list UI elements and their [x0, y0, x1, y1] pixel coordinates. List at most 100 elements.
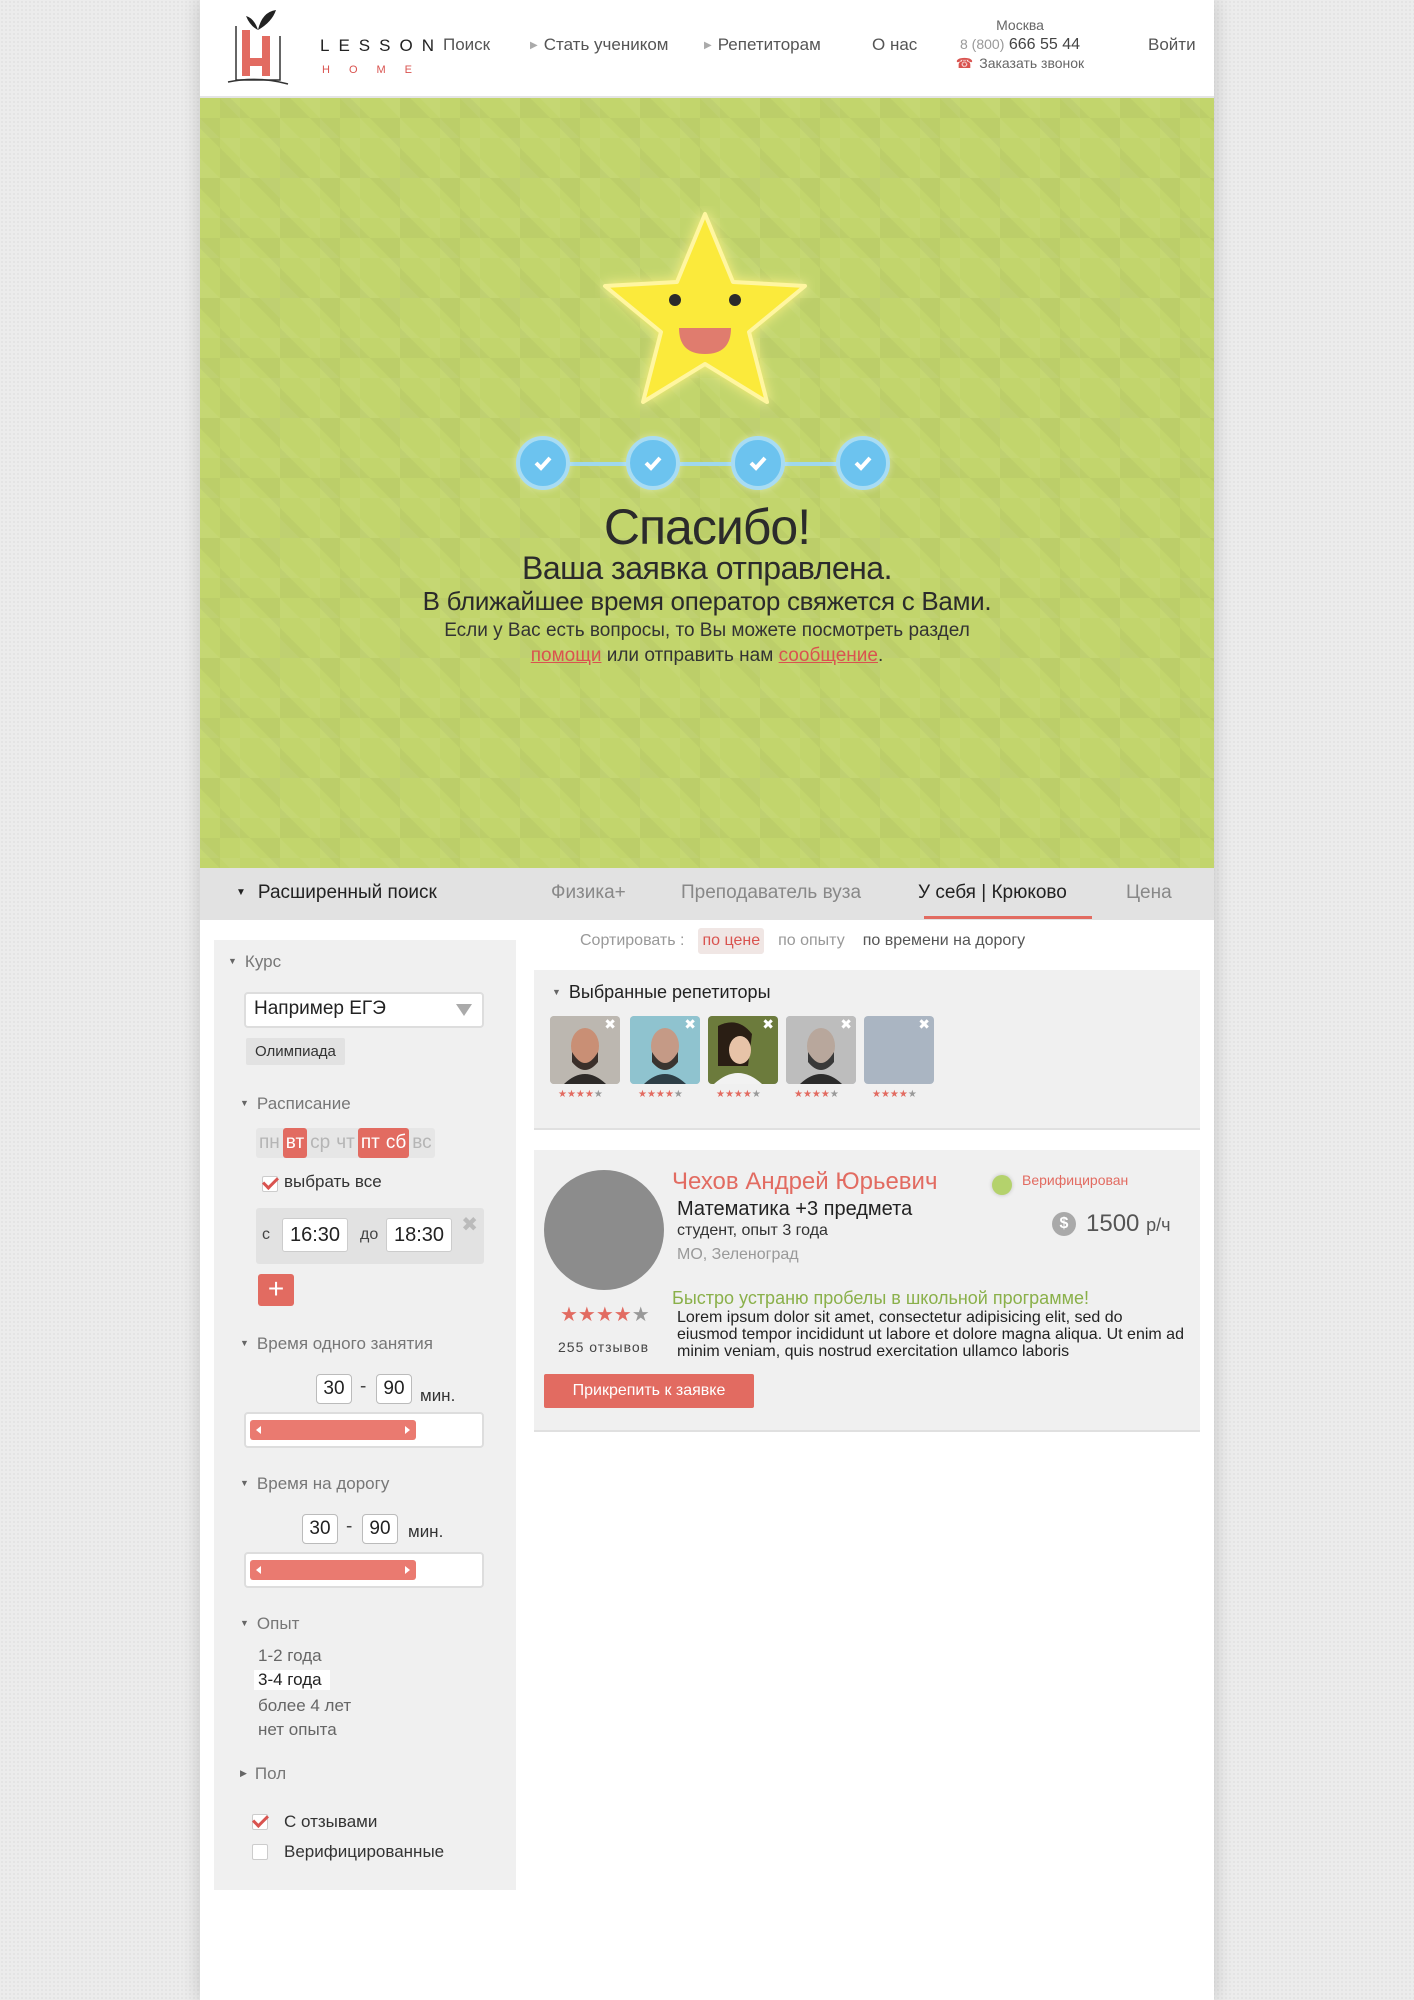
- day-sat[interactable]: сб: [382, 1128, 410, 1158]
- experience-option[interactable]: 1-2 года: [258, 1646, 322, 1666]
- slider-range-fill[interactable]: [250, 1420, 416, 1440]
- course-section-toggle[interactable]: ▼ Курс: [228, 952, 281, 972]
- selected-tutor-photo[interactable]: ✖: [708, 1016, 778, 1084]
- filter-subject[interactable]: Физика+: [551, 882, 626, 904]
- triangle-right-icon: ▶: [704, 40, 712, 51]
- hero-help-text: Если у Вас есть вопросы, то Вы можете по…: [200, 618, 1214, 668]
- day-fri[interactable]: пт: [357, 1128, 383, 1158]
- lesson-unit: мин.: [420, 1386, 456, 1405]
- day-thu[interactable]: чт: [333, 1128, 358, 1158]
- rating-stars: ★★★★★: [638, 1089, 683, 1100]
- filter-location[interactable]: У себя | Крюково: [918, 882, 1067, 904]
- experience-section-toggle[interactable]: ▼ Опыт: [240, 1614, 299, 1634]
- selected-tutors-panel: ▼ Выбранные репетиторы ✖ ★★★★★ ✖ ★★★★★ ✖ …: [534, 970, 1200, 1130]
- rating-stars: ★★★★★: [560, 1304, 650, 1326]
- sort-bar: Сортировать : по цене по опыту по времени н…: [576, 928, 1039, 954]
- close-icon[interactable]: ✖: [461, 1212, 478, 1237]
- logo[interactable]: LESSON HOME: [218, 6, 434, 92]
- close-icon[interactable]: ✖: [604, 1016, 616, 1033]
- contact-phone[interactable]: 8 (800) 666 55 44: [950, 35, 1090, 54]
- avatar[interactable]: [544, 1170, 664, 1290]
- chevron-down-icon: [456, 1004, 472, 1016]
- verified-checkbox[interactable]: [252, 1844, 268, 1860]
- message-link[interactable]: сообщение: [779, 645, 878, 666]
- filter-sidebar: ▼ Курс Например ЕГЭ Олимпиада ▼ Расписание…: [214, 940, 516, 1890]
- lesson-time-slider[interactable]: [244, 1412, 484, 1448]
- search-filter-bar: ▼ Расширенный поиск Физика+ Преподаватель…: [200, 868, 1214, 920]
- close-icon[interactable]: ✖: [762, 1016, 774, 1033]
- day-wed[interactable]: ср: [307, 1128, 333, 1158]
- triangle-right-icon: ▶: [240, 1768, 247, 1778]
- phone-prefix: 8 (800): [960, 36, 1005, 52]
- select-all-checkbox[interactable]: [262, 1176, 278, 1192]
- selected-tutor-photo[interactable]: ✖: [630, 1016, 700, 1084]
- sort-by-price[interactable]: по цене: [698, 928, 765, 954]
- time-to-label: до: [360, 1226, 379, 1243]
- travel-min-input[interactable]: 30: [302, 1514, 338, 1544]
- course-chip[interactable]: Олимпиада: [246, 1038, 345, 1065]
- day-tue[interactable]: вт: [282, 1128, 308, 1158]
- nav-tutors[interactable]: ▶ Репетиторам: [704, 35, 821, 55]
- travel-max-input[interactable]: 90: [362, 1514, 398, 1544]
- experience-title: Опыт: [256, 1614, 300, 1633]
- travel-time-title: Время на дорогу: [256, 1474, 390, 1493]
- close-icon[interactable]: ✖: [918, 1016, 930, 1033]
- sort-by-experience[interactable]: по опыту: [774, 928, 849, 954]
- close-icon[interactable]: ✖: [840, 1016, 852, 1033]
- tutor-info: студент, опыт 3 года: [677, 1222, 828, 1239]
- login-link[interactable]: Войти: [1148, 35, 1196, 55]
- close-icon[interactable]: ✖: [684, 1016, 696, 1033]
- nav-about[interactable]: О нас: [872, 35, 917, 55]
- time-from-input[interactable]: 16:30: [282, 1218, 348, 1252]
- phone-icon: ☎: [955, 55, 974, 71]
- selected-tutor-photo[interactable]: ✖: [550, 1016, 620, 1084]
- filter-price[interactable]: Цена: [1126, 882, 1172, 904]
- filter-tutor-type[interactable]: Преподаватель вуза: [681, 882, 861, 904]
- selected-tutors-toggle[interactable]: ▼ Выбранные репетиторы: [552, 982, 771, 1003]
- gender-section-toggle[interactable]: ▶ Пол: [240, 1764, 286, 1784]
- nav-search[interactable]: Поиск: [443, 35, 490, 55]
- selected-tutors-title: Выбранные репетиторы: [568, 982, 771, 1002]
- selected-tutor-photo[interactable]: ✖: [786, 1016, 856, 1084]
- schedule-section-toggle[interactable]: ▼ Расписание: [240, 1094, 351, 1114]
- add-time-button[interactable]: +: [258, 1274, 294, 1306]
- selected-tutor-placeholder[interactable]: ✖: [864, 1016, 934, 1084]
- travel-time-section-toggle[interactable]: ▼ Время на дорогу: [240, 1474, 389, 1494]
- attach-to-request-button[interactable]: Прикрепить к заявке: [544, 1374, 754, 1408]
- triangle-right-icon: ▶: [530, 40, 538, 51]
- slider-range-fill[interactable]: [250, 1560, 416, 1580]
- tutor-name[interactable]: Чехов Андрей Юрьевич: [672, 1168, 937, 1196]
- phone-number: 666 55 44: [1008, 36, 1080, 53]
- progress-line: [546, 462, 866, 466]
- advanced-search-label: Расширенный поиск: [257, 882, 437, 903]
- nav-become-student[interactable]: ▶ Стать учеником: [530, 35, 669, 55]
- reviews-count[interactable]: 255 отзывов: [558, 1339, 649, 1355]
- course-select[interactable]: Например ЕГЭ: [244, 992, 484, 1028]
- tutor-subjects: Математика +3 предмета: [677, 1198, 913, 1220]
- rating-stars: ★★★★★: [558, 1089, 603, 1100]
- day-mon[interactable]: пн: [256, 1128, 283, 1158]
- experience-option[interactable]: более 4 лет: [258, 1696, 351, 1716]
- travel-time-slider[interactable]: [244, 1552, 484, 1588]
- with-reviews-checkbox[interactable]: [252, 1814, 268, 1830]
- lesson-time-section-toggle[interactable]: ▼ Время одного занятия: [240, 1334, 433, 1354]
- progress-steps: [516, 436, 896, 496]
- experience-option[interactable]: нет опыта: [258, 1720, 337, 1740]
- help-link[interactable]: помощи: [531, 645, 602, 666]
- lesson-max-input[interactable]: 90: [376, 1374, 412, 1404]
- select-all-label: выбрать все: [284, 1172, 382, 1191]
- sort-by-travel-time[interactable]: по времени на дорогу: [859, 928, 1029, 954]
- time-to-input[interactable]: 18:30: [386, 1218, 452, 1252]
- success-hero: Спасибо! Ваша заявка отправлена. В ближа…: [200, 98, 1214, 868]
- hero-subtitle: Ваша заявка отправлена.: [522, 550, 892, 586]
- triangle-down-icon: ▼: [236, 887, 246, 898]
- lesson-min-input[interactable]: 30: [316, 1374, 352, 1404]
- experience-option-selected[interactable]: 3-4 года: [254, 1670, 330, 1690]
- help-mid-text: или отправить нам: [606, 645, 774, 666]
- advanced-search-toggle[interactable]: ▼ Расширенный поиск: [236, 882, 437, 904]
- day-sun[interactable]: вс: [409, 1128, 434, 1158]
- help-end: .: [877, 645, 884, 666]
- step-4-check: [836, 436, 890, 490]
- check-icon: [644, 456, 662, 471]
- callback-link[interactable]: ☎ Заказать звонок: [950, 54, 1090, 73]
